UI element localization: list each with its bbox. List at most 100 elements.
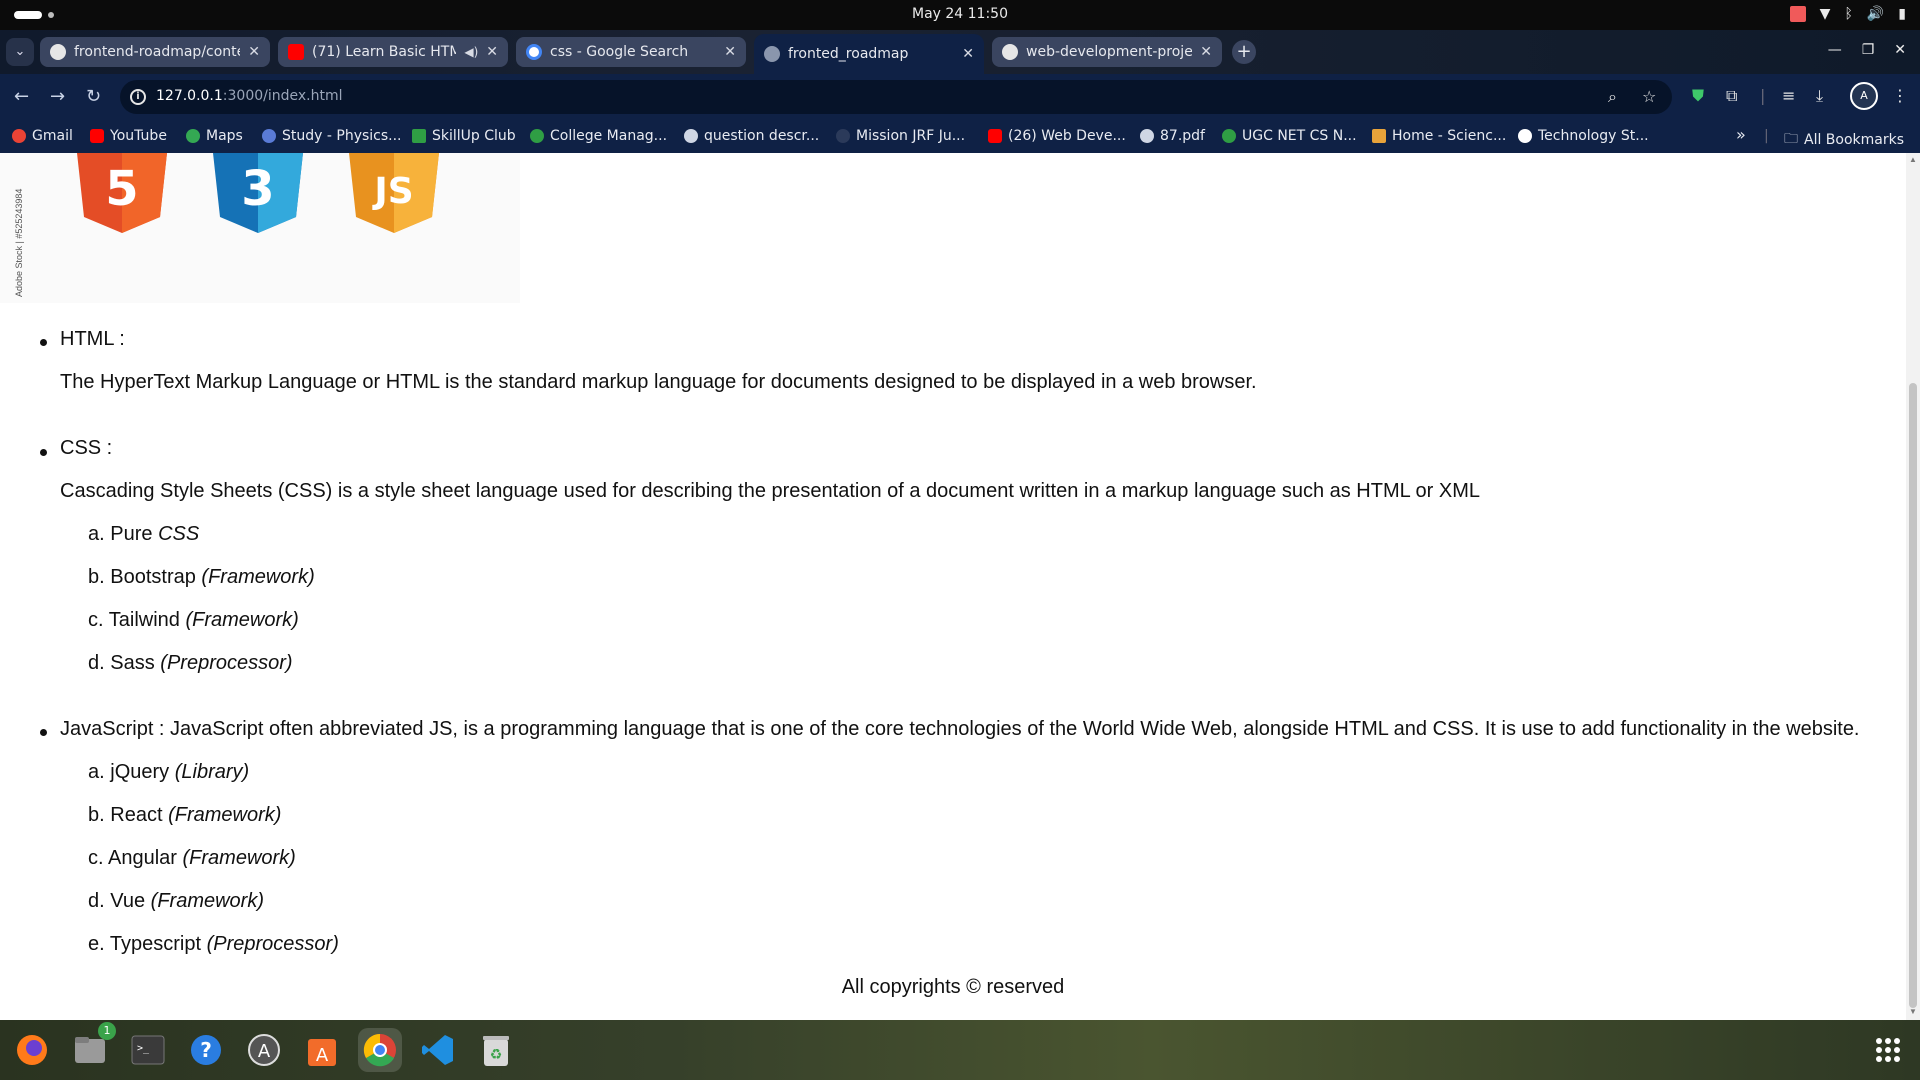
js-heading: JavaScript : JavaScript often abbreviate… (60, 718, 1860, 740)
scroll-up-icon[interactable]: ▲ (1909, 155, 1917, 164)
system-tray[interactable]: ▼ ᛒ 🔊 ▮ (1789, 6, 1906, 22)
trash-icon[interactable]: ♻ (474, 1028, 518, 1072)
svg-text:A: A (258, 1041, 271, 1062)
reload-icon[interactable]: ↻ (86, 86, 101, 107)
bookmark-87-pdf[interactable]: 87.pdf (1140, 128, 1205, 144)
bookmark-label: SkillUp Club (432, 128, 516, 144)
tab-search-button[interactable]: ⌄ (6, 38, 34, 66)
gmail-icon (12, 129, 26, 143)
google-icon (526, 44, 542, 60)
close-window-icon[interactable]: ✕ (1894, 42, 1906, 58)
shield-extension-icon[interactable]: ⛊ (1692, 86, 1704, 106)
bookmark-home-science[interactable]: Home - Scienc... (1372, 128, 1506, 144)
toolbar-divider: | (1760, 86, 1766, 105)
bookmark-mission-jrf[interactable]: Mission JRF Ju... (836, 128, 965, 144)
volume-icon[interactable]: 🔊 (1867, 6, 1884, 22)
globe-icon (684, 129, 698, 143)
speaker-icon[interactable]: ◀) (464, 45, 478, 59)
battery-icon[interactable]: ▮ (1898, 6, 1906, 22)
bookmark-question-descr[interactable]: question descr... (684, 128, 819, 144)
download-icon[interactable]: ⤓ (1816, 86, 1823, 106)
bookmarks-overflow-button[interactable]: » (1736, 125, 1746, 144)
new-tab-button[interactable]: + (1232, 40, 1256, 64)
css-list-item: a. Pure CSS (88, 523, 200, 545)
tab-title: css - Google Search (550, 44, 689, 60)
tab-frontend-roadmap[interactable]: frontend-roadmap/conte ✕ (40, 37, 270, 67)
bookmark-star-icon[interactable]: ☆ (1642, 87, 1656, 106)
site-info-icon[interactable]: i (130, 89, 146, 105)
bluetooth-icon[interactable]: ᛒ (1844, 6, 1852, 22)
tab-title: fronted_roadmap (788, 46, 909, 62)
bookmark-youtube[interactable]: YouTube (90, 128, 167, 144)
close-icon[interactable]: ✕ (1200, 44, 1212, 60)
bookmark-college-manag[interactable]: College Manag... (530, 128, 667, 144)
html5-logo: 5 (77, 153, 167, 233)
close-icon[interactable]: ✕ (486, 44, 498, 60)
svg-text:>_: >_ (137, 1043, 150, 1054)
system-clock[interactable]: May 24 11:50 (0, 6, 1920, 22)
bookmark-label: Study - Physics... (282, 128, 402, 144)
bookmark-ugc-net[interactable]: UGC NET CS N... (1222, 128, 1357, 144)
svg-text:JS: JS (371, 171, 413, 212)
profile-avatar[interactable]: A (1850, 82, 1878, 110)
js-list-item: a. jQuery (Library) (88, 761, 250, 783)
banner-image: 5 3 JS Adobe Stock | #525243984 (0, 153, 520, 303)
tab-web-development-project[interactable]: web-development-proje ✕ (992, 37, 1222, 67)
browser-window: ⌄ frontend-roadmap/conte ✕ (71) Learn Ba… (0, 30, 1920, 153)
show-apps-icon[interactable] (1876, 1038, 1900, 1062)
all-bookmarks-button[interactable]: 🗀 All Bookmarks (1784, 128, 1904, 152)
bookmark-label: (26) Web Deve... (1008, 128, 1126, 144)
forward-arrow-icon[interactable]: → (50, 86, 65, 107)
svg-text:?: ? (200, 1038, 212, 1062)
extensions-icon[interactable]: ⧉ (1726, 86, 1737, 106)
css-heading: CSS : (60, 437, 113, 459)
restore-icon[interactable]: ❐ (1862, 42, 1875, 58)
bookmark-web-deve[interactable]: (26) Web Deve... (988, 128, 1126, 144)
scroll-down-icon[interactable]: ▼ (1909, 1007, 1917, 1016)
github-icon (50, 44, 66, 60)
close-icon[interactable]: ✕ (962, 46, 974, 62)
scrollbar-thumb[interactable] (1909, 383, 1917, 1008)
technology-icon (1518, 129, 1532, 143)
minimize-icon[interactable]: — (1828, 42, 1842, 58)
bookmark-label: Technology St... (1538, 128, 1649, 144)
url-text[interactable]: 127.0.0.1:3000/index.html (156, 88, 343, 104)
js-list-item: e. Typescript (Preprocessor) (88, 933, 339, 955)
bookmark-gmail[interactable]: Gmail (12, 128, 73, 144)
more-menu-icon[interactable]: ⋮ (1892, 86, 1908, 105)
list-bullet (40, 729, 47, 736)
media-control-icon[interactable]: ≡ (1782, 86, 1795, 105)
bookmark-skillup-club[interactable]: SkillUp Club (412, 128, 516, 144)
url-path: :3000/index.html (222, 88, 343, 104)
tab-strip: ⌄ frontend-roadmap/conte ✕ (71) Learn Ba… (0, 30, 1920, 74)
bookmark-technology[interactable]: Technology St... (1518, 128, 1649, 144)
bookmark-maps[interactable]: Maps (186, 128, 243, 144)
zoom-icon[interactable]: ⌕ (1608, 87, 1617, 107)
window-controls: — ❐ ✕ (1828, 42, 1906, 58)
bookmark-study-physics[interactable]: Study - Physics... (262, 128, 402, 144)
js-list-item: d. Vue (Framework) (88, 890, 264, 912)
page-scrollbar[interactable]: ▲ ▼ (1906, 153, 1920, 1020)
svg-text:A: A (316, 1045, 329, 1066)
software-updater-icon[interactable]: A (242, 1028, 286, 1072)
science-icon (1372, 129, 1386, 143)
tab-fronted-roadmap[interactable]: fronted_roadmap ✕ (754, 34, 984, 74)
chrome-icon[interactable] (358, 1028, 402, 1072)
tab-css-google-search[interactable]: css - Google Search ✕ (516, 37, 746, 67)
close-icon[interactable]: ✕ (248, 44, 260, 60)
files-icon[interactable]: 1 (68, 1022, 116, 1072)
bookmark-label: question descr... (704, 128, 820, 144)
recording-indicator-icon[interactable] (1789, 6, 1806, 22)
app-center-icon[interactable]: A (300, 1028, 344, 1072)
vscode-icon[interactable] (416, 1028, 460, 1072)
address-bar[interactable]: i 127.0.0.1:3000/index.html ⌕ ☆ (120, 80, 1672, 114)
help-icon[interactable]: ? (184, 1028, 228, 1072)
back-arrow-icon[interactable]: ← (14, 86, 29, 107)
firefox-icon[interactable] (10, 1028, 54, 1072)
css-list-item: c. Tailwind (Framework) (88, 609, 299, 631)
close-icon[interactable]: ✕ (724, 44, 736, 60)
wifi-icon[interactable]: ▼ (1820, 6, 1831, 22)
terminal-icon[interactable]: >_ (126, 1028, 170, 1072)
tab-learn-basic-html[interactable]: (71) Learn Basic HTML ◀) ✕ (278, 37, 508, 67)
mission-icon (836, 129, 850, 143)
